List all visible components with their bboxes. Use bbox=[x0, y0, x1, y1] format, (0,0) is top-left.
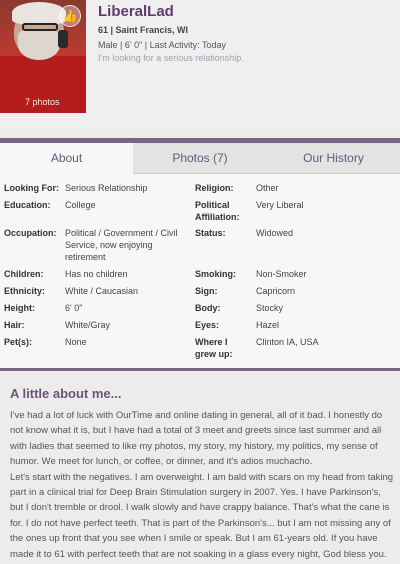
tab-photos[interactable]: Photos (7) bbox=[133, 143, 267, 174]
religion-value: Other bbox=[256, 183, 279, 193]
political-value: Very Liberal bbox=[256, 200, 304, 210]
occupation-value: Political / Government / Civil Service, … bbox=[65, 228, 178, 262]
height-value: 6' 0" bbox=[65, 303, 83, 313]
status-label: Status: bbox=[195, 228, 226, 238]
hair-label: Hair: bbox=[4, 320, 25, 330]
pets-label: Pet(s): bbox=[4, 337, 33, 347]
body-value: Stocky bbox=[256, 303, 284, 313]
profile-header: 👍 7 photos LiberalLad 61 | Saint Francis… bbox=[0, 0, 400, 128]
thumbs-up-icon[interactable]: 👍 bbox=[59, 5, 81, 27]
occupation-label: Occupation: bbox=[4, 228, 57, 238]
religion-label: Religion: bbox=[195, 183, 234, 193]
looking-for-label: Looking For: bbox=[4, 183, 59, 193]
profile-details: Male | 6' 0" | Last Activity: Today bbox=[98, 40, 226, 50]
education-label: Education: bbox=[4, 200, 51, 210]
looking-for-value: Serious Relationship bbox=[65, 183, 148, 193]
sign-value: Capricorn bbox=[256, 286, 296, 296]
pets-value: None bbox=[65, 337, 87, 347]
profile-tabs: About Photos (7) Our History bbox=[0, 143, 400, 174]
about-section: A little about me... I've had a lot of l… bbox=[0, 378, 400, 564]
grew-up-value: Clinton IA, USA bbox=[256, 337, 319, 347]
grew-up-label: Where I grew up: bbox=[195, 337, 233, 359]
smoking-label: Smoking: bbox=[195, 269, 237, 279]
ethnicity-value: White / Caucasian bbox=[65, 286, 139, 296]
profile-tagline: I'm looking for a serious relationship. bbox=[98, 53, 244, 63]
body-label: Body: bbox=[195, 303, 221, 313]
tab-our-history[interactable]: Our History bbox=[267, 143, 400, 174]
political-label: Political Affiliation: bbox=[195, 200, 240, 222]
photo-count[interactable]: 7 photos bbox=[25, 97, 60, 107]
info-divider bbox=[0, 368, 400, 371]
eyes-value: Hazel bbox=[256, 320, 280, 330]
profile-info: Looking For: Serious Relationship Religi… bbox=[0, 174, 400, 368]
education-value: College bbox=[65, 200, 96, 210]
children-value: Has no children bbox=[65, 269, 128, 279]
age-location: 61 | Saint Francis, WI bbox=[98, 25, 189, 35]
smoking-value: Non-Smoker bbox=[256, 269, 307, 279]
about-title: A little about me... bbox=[10, 386, 122, 401]
eyes-label: Eyes: bbox=[195, 320, 220, 330]
profile-photo[interactable]: 👍 7 photos bbox=[0, 0, 86, 113]
hair-value: White/Gray bbox=[65, 320, 111, 330]
sign-label: Sign: bbox=[195, 286, 218, 296]
ethnicity-label: Ethnicity: bbox=[4, 286, 46, 296]
status-value: Widowed bbox=[256, 228, 294, 238]
height-label: Height: bbox=[4, 303, 35, 313]
username: LiberalLad bbox=[98, 3, 174, 20]
children-label: Children: bbox=[4, 269, 44, 279]
about-text: I've had a lot of luck with OurTime and … bbox=[10, 410, 394, 560]
tab-about[interactable]: About bbox=[0, 143, 133, 174]
